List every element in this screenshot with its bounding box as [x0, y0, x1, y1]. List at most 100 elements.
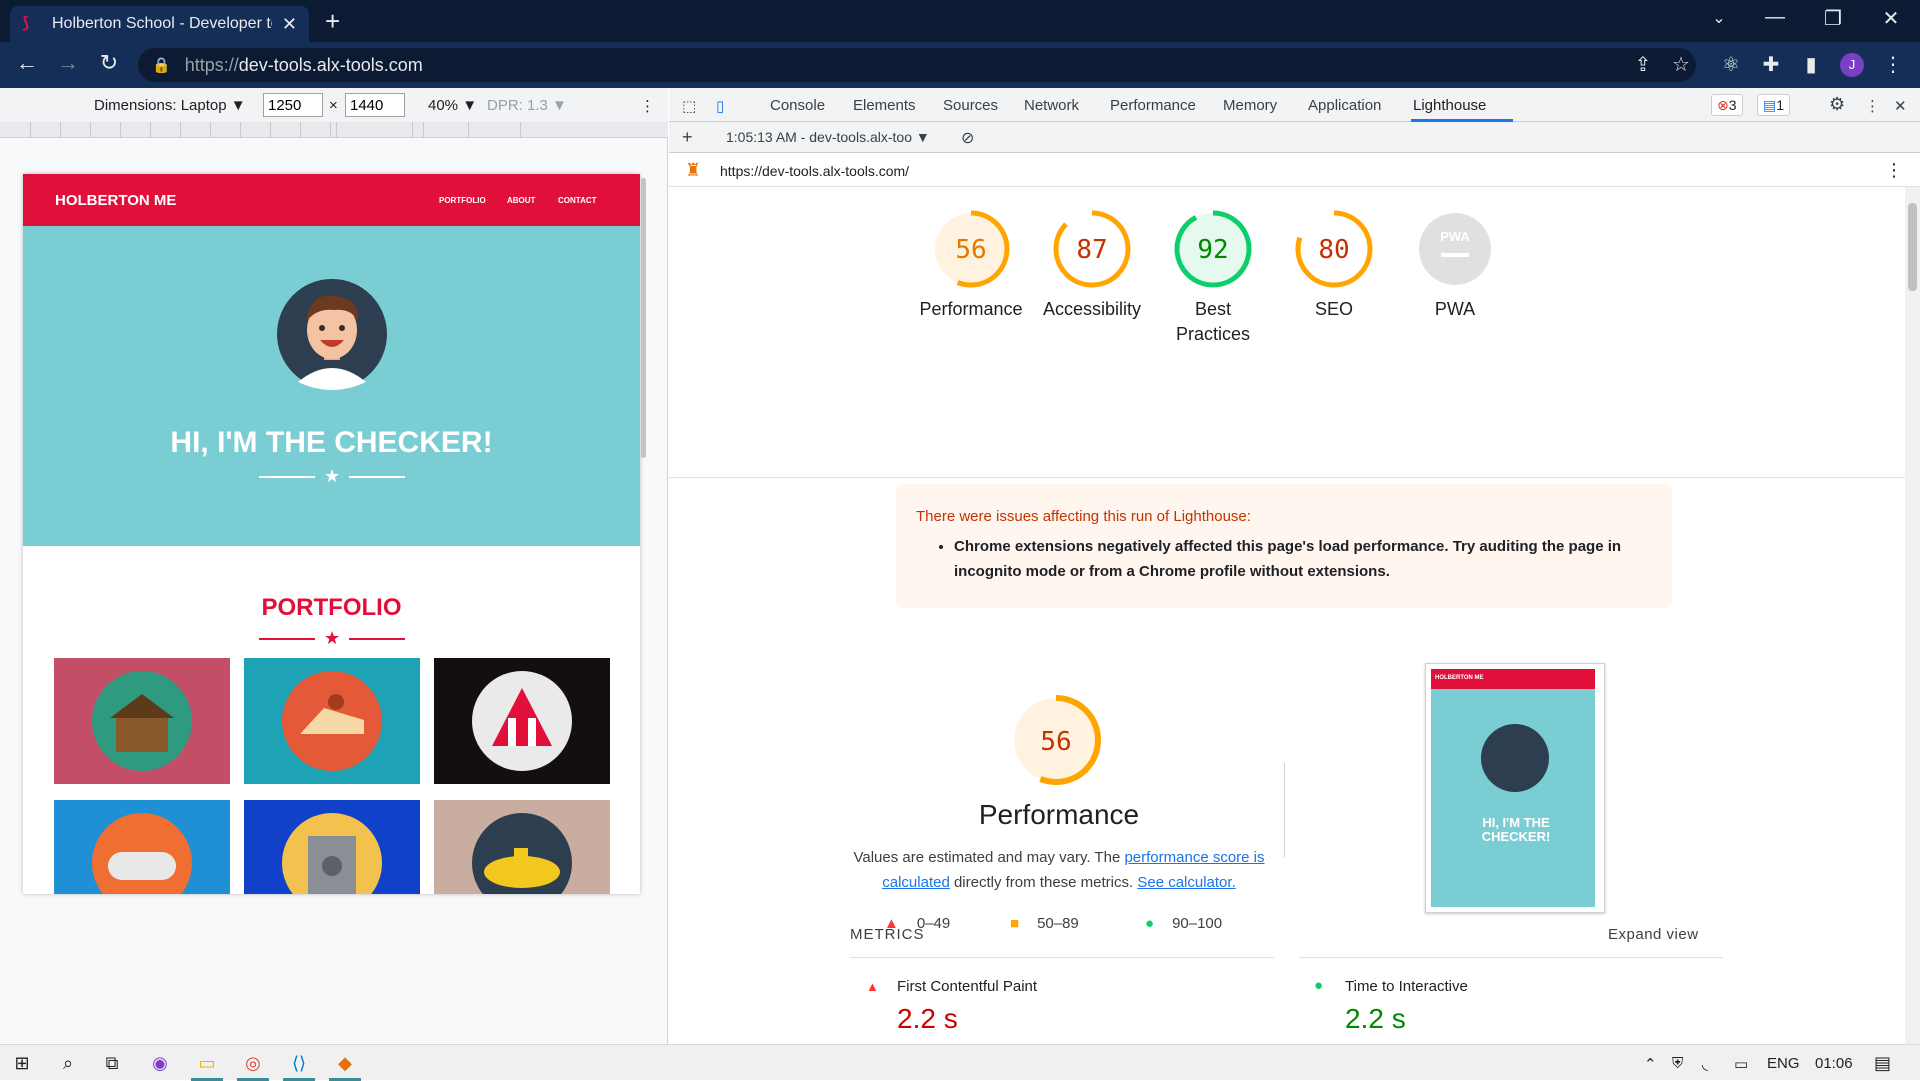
score-gauge-seo[interactable]: 80 SEO: [1274, 207, 1394, 322]
tab-sources[interactable]: Sources: [943, 97, 998, 114]
tab-performance[interactable]: Performance: [1110, 97, 1196, 114]
site-nav-about[interactable]: ABOUT: [507, 196, 535, 205]
battery-icon[interactable]: ▭: [1734, 1055, 1748, 1073]
react-devtools-icon[interactable]: ⚛: [1718, 52, 1744, 77]
score-gauge-performance[interactable]: 56 Performance: [911, 207, 1031, 322]
holberton-favicon-icon: ⟆: [22, 15, 30, 32]
tab-network[interactable]: Network: [1024, 97, 1079, 114]
devtools-more-icon[interactable]: ⋮: [1865, 97, 1880, 115]
dimensions-dropdown[interactable]: Dimensions: Laptop ▼: [94, 97, 246, 114]
zoom-dropdown[interactable]: 40% ▼: [428, 97, 477, 114]
divider: [669, 477, 1905, 478]
expand-view-toggle[interactable]: Expand view: [1608, 926, 1699, 943]
report-select[interactable]: 1:05:13 AM - dev-tools.alx-too ▼: [726, 129, 930, 145]
portfolio-tile-safe[interactable]: [244, 800, 420, 894]
new-tab-button[interactable]: +: [325, 6, 340, 37]
dpr-dropdown[interactable]: DPR: 1.3 ▼: [487, 97, 567, 114]
search-icon[interactable]: ⌕: [56, 1051, 80, 1075]
report-menu-icon[interactable]: ⋮: [1885, 160, 1903, 181]
score-gauge-accessibility[interactable]: 87 Accessibility: [1032, 207, 1152, 322]
task-view-icon[interactable]: ⧉: [100, 1051, 124, 1075]
site-nav-portfolio[interactable]: PORTFOLIO: [439, 196, 486, 205]
forward-icon[interactable]: →: [53, 50, 83, 76]
gauge-score: 56: [955, 235, 986, 265]
divider-line: [259, 476, 315, 478]
security-shield-icon[interactable]: ⛨: [1672, 1055, 1683, 1072]
tab-title: Holberton School - Developer tools: [52, 15, 272, 32]
browser-tab[interactable]: ⟆ Holberton School - Developer tools ✕: [10, 6, 309, 42]
settings-gear-icon[interactable]: ⚙: [1829, 94, 1845, 115]
chrome-menu-icon[interactable]: ⋮: [1880, 52, 1906, 77]
score-gauge-pwa[interactable]: PWA PWA: [1395, 207, 1515, 322]
tab-memory[interactable]: Memory: [1223, 97, 1277, 114]
chrome-icon[interactable]: ◎: [237, 1051, 269, 1081]
side-panel-icon[interactable]: ▮: [1798, 52, 1824, 77]
inspect-element-icon[interactable]: ⬚: [682, 97, 696, 115]
performance-score-large: 56: [1040, 727, 1071, 757]
device-scrollbar[interactable]: [641, 178, 646, 458]
gauge-score: 87: [1076, 235, 1107, 265]
clock[interactable]: 01:06: [1815, 1055, 1853, 1072]
message-badge[interactable]: ▤1: [1757, 94, 1791, 116]
error-badge[interactable]: ⊗3: [1711, 94, 1743, 116]
app-icon[interactable]: ◉: [148, 1051, 172, 1075]
final-screenshot[interactable]: HOLBERTON ME HI, I'M THE CHECKER!: [1425, 663, 1605, 913]
site-logo[interactable]: HOLBERTON ME: [55, 192, 176, 209]
bookmark-star-icon[interactable]: ☆: [1668, 52, 1694, 77]
tab-lighthouse[interactable]: Lighthouse: [1413, 97, 1486, 114]
tab-search-icon[interactable]: ⌄: [1704, 8, 1734, 28]
emulated-page[interactable]: HOLBERTON ME PORTFOLIO ABOUT CONTACT HI,…: [23, 174, 640, 894]
tray-chevron-icon[interactable]: ⌃: [1644, 1055, 1657, 1073]
windows-start-icon[interactable]: ⊞: [10, 1051, 34, 1075]
share-icon[interactable]: ⇪: [1630, 52, 1656, 77]
restore-button[interactable]: ❐: [1818, 6, 1848, 31]
gauge-ring: 87: [1053, 210, 1131, 288]
circle-icon: ●: [1145, 915, 1155, 932]
tab-application[interactable]: Application: [1308, 97, 1381, 114]
device-toolbar: Dimensions: Laptop ▼ × 40% ▼ DPR: 1.3 ▼ …: [0, 88, 668, 122]
close-tab-icon[interactable]: ✕: [282, 14, 297, 35]
notifications-icon[interactable]: ▤: [1874, 1053, 1891, 1074]
portfolio-tile-cake[interactable]: [244, 658, 420, 784]
wifi-icon[interactable]: ◟: [1702, 1055, 1708, 1073]
minimize-button[interactable]: —: [1760, 6, 1790, 29]
language-indicator[interactable]: ENG: [1767, 1055, 1800, 1072]
browser-toolbar: ← → ↻ 🔒 https://dev-tools.alx-tools.com …: [0, 42, 1920, 88]
close-devtools-icon[interactable]: ✕: [1894, 97, 1907, 115]
git-client-icon[interactable]: ◆: [329, 1051, 361, 1081]
divider-line: [349, 476, 405, 478]
address-bar[interactable]: 🔒 https://dev-tools.alx-tools.com: [138, 48, 1696, 82]
extensions-puzzle-icon[interactable]: ✚: [1758, 52, 1784, 77]
portfolio-tile-cabin[interactable]: [54, 658, 230, 784]
gauge-ring: PWA: [1419, 213, 1491, 285]
profile-avatar[interactable]: J: [1840, 53, 1864, 77]
reload-icon[interactable]: ↻: [94, 50, 124, 76]
tab-elements[interactable]: Elements: [853, 97, 916, 114]
report-url[interactable]: https://dev-tools.alx-tools.com/: [720, 163, 909, 179]
media-query-ruler[interactable]: [0, 122, 668, 138]
see-calculator-link[interactable]: See calculator.: [1137, 874, 1235, 891]
device-height-input[interactable]: [345, 93, 405, 117]
site-nav-contact[interactable]: CONTACT: [558, 196, 597, 205]
new-report-icon[interactable]: +: [682, 127, 693, 148]
legend-average: ■ 50–89: [1010, 915, 1079, 932]
file-explorer-icon[interactable]: ▭: [191, 1051, 223, 1081]
back-icon[interactable]: ←: [12, 50, 42, 76]
tab-console[interactable]: Console: [770, 97, 825, 114]
close-window-button[interactable]: ✕: [1876, 6, 1906, 31]
gauge-ring: 80: [1295, 210, 1373, 288]
device-width-input[interactable]: [263, 93, 323, 117]
gauge-label: PWA: [1434, 299, 1476, 319]
cabin-icon: [92, 671, 192, 771]
warning-item: Chrome extensions negatively affected th…: [954, 534, 1654, 584]
score-gauge-best-practices[interactable]: 92 Best Practices: [1153, 207, 1273, 347]
portfolio-tile-gamepad[interactable]: [54, 800, 230, 894]
report-scrollbar[interactable]: [1905, 187, 1920, 1044]
device-toolbar-icon[interactable]: ▯: [716, 97, 724, 115]
clear-reports-icon[interactable]: ⊘: [961, 128, 974, 148]
portfolio-title: PORTFOLIO: [261, 594, 402, 621]
portfolio-tile-circus[interactable]: [434, 658, 610, 784]
vscode-icon[interactable]: ⟨⟩: [283, 1051, 315, 1081]
device-more-icon[interactable]: ⋮: [640, 97, 655, 115]
portfolio-tile-submarine[interactable]: [434, 800, 610, 894]
